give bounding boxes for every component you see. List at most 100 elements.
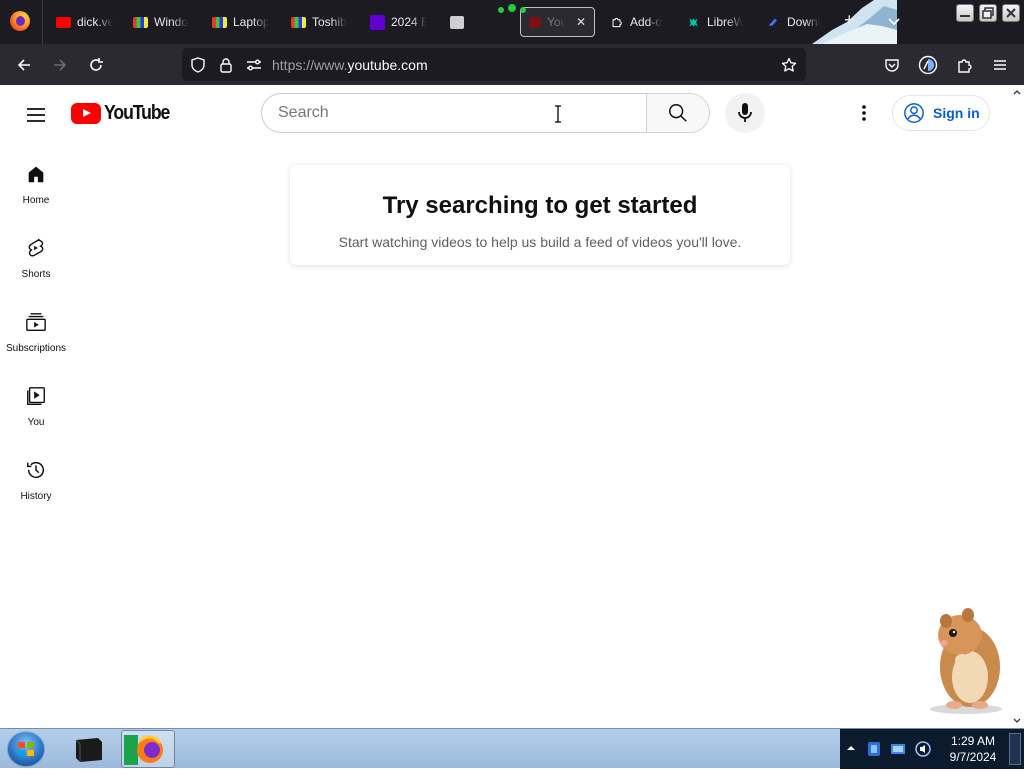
guide-item-you[interactable]: You: [0, 371, 72, 445]
arrow-left-icon: [17, 59, 30, 71]
list-all-tabs-icon[interactable]: [885, 12, 903, 30]
extensions-button[interactable]: [953, 54, 975, 76]
firefox-menu-icon[interactable]: [10, 11, 30, 31]
clock-date: 9/7/2024: [949, 750, 997, 764]
pocket-icon: [885, 59, 899, 72]
clock-time: 1:29 AM: [950, 734, 996, 748]
text-cursor-icon: [555, 105, 561, 123]
sign-in-button[interactable]: Sign in: [892, 95, 990, 131]
forward-button[interactable]: [49, 54, 71, 76]
url-text[interactable]: https://www.youtube.com: [272, 57, 428, 73]
tab-title: LibreW: [707, 15, 743, 29]
hamster-desktop-pet-image: [930, 608, 1002, 714]
taskbar-app-window[interactable]: [62, 730, 116, 768]
account-circle-icon: [904, 103, 924, 123]
system-clock[interactable]: 1:29 AM 9/7/2024: [940, 733, 1006, 765]
close-tab-icon[interactable]: ✕: [576, 15, 586, 29]
pocket-button[interactable]: [881, 54, 903, 76]
arrow-right-icon: [54, 59, 67, 71]
puzzle-icon: [612, 17, 622, 27]
guide-label: History: [20, 491, 52, 502]
search-input[interactable]: [262, 94, 647, 132]
tab[interactable]: Laptop: [212, 7, 269, 37]
voice-search-button[interactable]: [725, 93, 765, 133]
url-prefix: https://www.: [272, 57, 348, 73]
tab-active[interactable]: You ✕: [520, 7, 595, 37]
microphone-icon: [738, 103, 752, 122]
windows-favicon-icon: [291, 16, 306, 28]
hamburger-menu-icon: [994, 60, 1006, 70]
navigation-toolbar: https://www.youtube.com: [0, 44, 1024, 85]
youtube-page: YouTube Sign in Home Shorts Sub: [0, 85, 1010, 728]
guide-item-home[interactable]: Home: [0, 149, 72, 223]
show-hidden-icons-icon[interactable]: [846, 743, 856, 753]
close-window-button[interactable]: [1002, 4, 1020, 22]
page-scrollbar[interactable]: [1010, 85, 1024, 728]
youtube-logo[interactable]: YouTube: [71, 102, 178, 124]
scroll-up-icon[interactable]: [1013, 88, 1021, 96]
reload-button[interactable]: [85, 54, 107, 76]
firefox-account-icon: [918, 55, 938, 75]
guide-item-shorts[interactable]: Shorts: [0, 223, 72, 297]
subscriptions-icon: [26, 313, 46, 331]
account-button[interactable]: [917, 54, 939, 76]
guide-item-subscriptions[interactable]: Subscriptions: [0, 297, 72, 371]
lock-icon[interactable]: [217, 56, 235, 74]
settings-more-button[interactable]: [852, 101, 876, 125]
guide-label: Home: [22, 195, 50, 206]
network-icon[interactable]: [866, 740, 882, 758]
tab-title: Toshib: [312, 15, 347, 29]
page-favicon-icon: [450, 15, 464, 29]
search-button[interactable]: [646, 93, 710, 133]
tab[interactable]: 2024 E: [370, 7, 427, 37]
start-button[interactable]: [7, 731, 45, 767]
tab[interactable]: [450, 7, 470, 37]
guide-label: Subscriptions: [5, 343, 67, 354]
more-vert-icon: [862, 105, 866, 121]
minimize-icon: [960, 15, 970, 17]
puzzle-icon: [958, 59, 972, 73]
tab-strip: dick.ve Windo Laptop Toshib 2024 E You ✕…: [0, 0, 1024, 44]
scroll-down-icon[interactable]: [1013, 717, 1021, 725]
tab-title: 2024 E: [391, 15, 427, 29]
restore-button[interactable]: [979, 4, 997, 22]
tab[interactable]: dick.ve: [56, 7, 113, 37]
empty-feed-title: Try searching to get started: [382, 192, 698, 219]
windows-taskbar: 1:29 AM 9/7/2024: [0, 728, 1024, 769]
yahoo-favicon-icon: [370, 14, 385, 30]
minimize-button[interactable]: [956, 4, 974, 22]
new-tab-button[interactable]: +: [844, 10, 864, 32]
tab[interactable]: Windo: [133, 7, 188, 37]
tab-title: Windo: [154, 15, 189, 29]
guide-item-history[interactable]: History: [0, 445, 72, 519]
permissions-icon[interactable]: [245, 56, 263, 74]
guide-menu-icon[interactable]: [24, 103, 48, 127]
tab[interactable]: Add-o: [609, 7, 662, 37]
url-domain: youtube.com: [347, 57, 428, 73]
bookmark-star-icon[interactable]: [780, 56, 798, 74]
app-menu-button[interactable]: [989, 54, 1011, 76]
windows-favicon-icon: [212, 16, 227, 28]
tab[interactable]: Toshib: [291, 7, 347, 37]
show-desktop-button[interactable]: [1009, 733, 1021, 765]
tracking-protection-shield-icon[interactable]: [189, 56, 207, 74]
display-icon[interactable]: [890, 741, 906, 757]
search-icon: [669, 104, 687, 122]
back-button[interactable]: [13, 54, 35, 76]
guide-label: Shorts: [21, 269, 51, 280]
tab[interactable]: LibreW: [686, 7, 743, 37]
shorts-icon: [28, 238, 44, 257]
close-icon: [1006, 8, 1016, 18]
taskbar-app-firefox[interactable]: [121, 730, 175, 768]
librewolf-favicon-icon: [689, 17, 698, 27]
search-box[interactable]: [261, 93, 647, 133]
address-bar[interactable]: https://www.youtube.com: [182, 48, 806, 81]
restore-icon: [982, 7, 994, 19]
reload-icon: [90, 58, 103, 71]
tab-title: dick.ve: [77, 15, 113, 29]
guide-label: You: [27, 417, 45, 428]
volume-icon[interactable]: [914, 740, 932, 758]
home-icon: [28, 166, 44, 183]
youtube-logo-text: YouTube: [104, 101, 170, 124]
tab-title: You: [547, 15, 566, 29]
